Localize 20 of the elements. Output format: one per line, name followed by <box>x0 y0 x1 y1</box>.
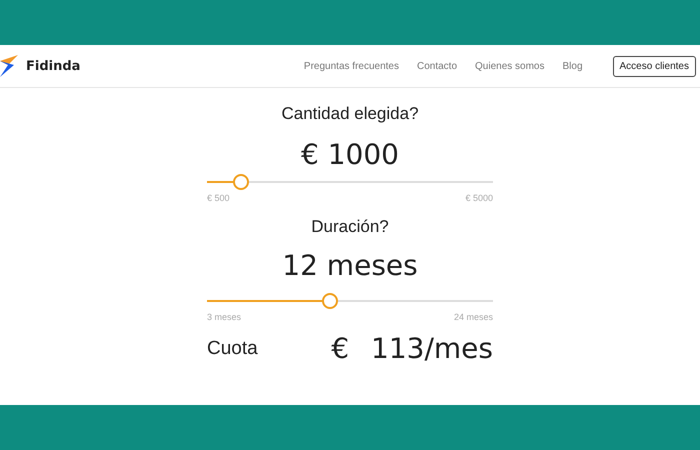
selected-value: 12 meses <box>282 249 418 282</box>
nav-link[interactable]: Quienes somos <box>475 60 544 72</box>
nav-link[interactable]: Contacto <box>416 60 458 72</box>
min-label: 3 meses <box>207 312 242 322</box>
result-label: Cuota <box>207 338 258 360</box>
nav-link[interactable]: Preguntas frecuentes <box>304 60 399 72</box>
nav-link[interactable]: Blog <box>562 60 583 72</box>
max-label: € 5000 <box>465 193 493 203</box>
monthly-amount: 113/mes <box>371 332 493 365</box>
max-label: 24 meses <box>454 312 493 322</box>
logo-icon <box>0 55 18 77</box>
currency-symbol: € <box>331 332 350 365</box>
question-text: Cantidad elegida? <box>281 104 419 124</box>
question-text: Duración? <box>311 217 389 237</box>
slider-thumb[interactable] <box>322 293 338 309</box>
brand-name: Fidinda <box>26 58 80 74</box>
selected-value: € 1000 <box>301 138 399 171</box>
min-label: € 500 <box>207 193 230 203</box>
slider-thumb[interactable] <box>233 174 250 190</box>
login-button[interactable]: Acceso clientes <box>612 56 696 76</box>
